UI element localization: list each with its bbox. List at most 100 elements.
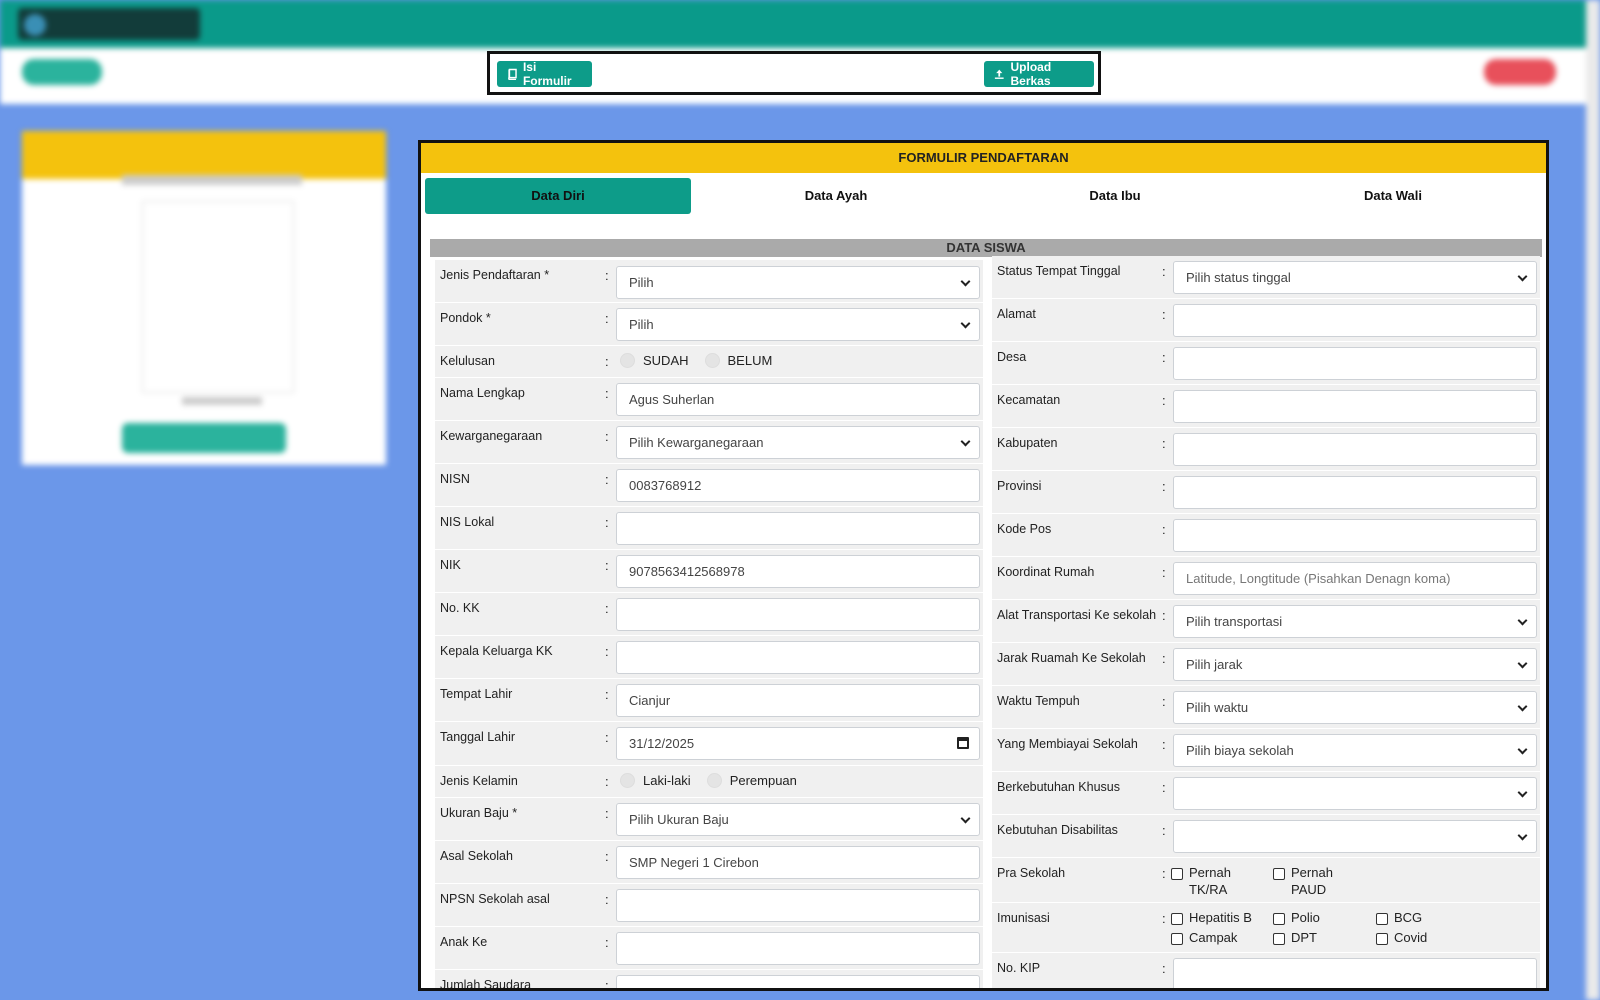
field-label: Kepala Keluarga KK: [440, 644, 553, 658]
row-npsn: NPSN Sekolah asal :: [435, 884, 983, 927]
row-desa: Desa :: [992, 342, 1540, 385]
row-nis-lokal: NIS Lokal :: [435, 507, 983, 550]
field-label: Kecamatan: [997, 393, 1061, 407]
laki-laki-radio[interactable]: [620, 773, 635, 788]
field-label: Kewarganegaraan: [440, 429, 543, 443]
jenis-pendaftaran-select[interactable]: Pilih: [616, 266, 980, 299]
form-tabs: Data Diri Data Ayah Data Ibu Data Wali: [425, 178, 1545, 216]
field-label: Alat Transportasi Ke sekolah: [997, 608, 1157, 622]
no-kk-input[interactable]: [616, 598, 980, 631]
field-label: Desa: [997, 350, 1027, 364]
field-label: Koordinat Rumah: [997, 565, 1095, 579]
asal-sekolah-input[interactable]: SMP Negeri 1 Cirebon: [616, 846, 980, 879]
upload-berkas-button[interactable]: Upload Berkas: [984, 60, 1094, 88]
desa-input[interactable]: [1173, 347, 1537, 380]
top-navbar: [0, 0, 1600, 48]
row-no-kip: No. KIP :: [992, 953, 1540, 988]
kepala-keluarga-input[interactable]: [616, 641, 980, 674]
row-anak-ke: Anak Ke :: [435, 927, 983, 970]
field-label: Kode Pos: [997, 522, 1052, 536]
jumlah-saudara-input[interactable]: [616, 975, 980, 988]
ukuran-baju-select[interactable]: Pilih Ukuran Baju: [616, 803, 980, 836]
sudah-radio[interactable]: [620, 353, 635, 368]
tempat-lahir-input[interactable]: Cianjur: [616, 684, 980, 717]
field-label: Yang Membiayai Sekolah: [997, 737, 1138, 751]
field-label: Jenis Kelamin: [440, 774, 518, 788]
upload-photo-button[interactable]: [122, 423, 286, 453]
field-label: Provinsi: [997, 479, 1042, 493]
row-kewarganegaraan: Kewarganegaraan : Pilih Kewarganegaraan: [435, 421, 983, 464]
book-icon: [508, 68, 517, 80]
field-label: Kebutuhan Disabilitas: [997, 823, 1118, 837]
row-pra-sekolah: Pra Sekolah : Pernah TK/RA Pernah PAUD: [992, 858, 1540, 903]
scrollbar[interactable]: [1586, 0, 1600, 1000]
field-label: Pra Sekolah: [997, 866, 1066, 880]
jarak-select[interactable]: Pilih jarak: [1173, 648, 1537, 681]
back-button[interactable]: [22, 59, 102, 85]
isi-formulir-button[interactable]: Isi Formulir: [497, 60, 592, 88]
pondok-select[interactable]: Pilih: [616, 308, 980, 341]
row-kepala-keluarga: Kepala Keluarga KK :: [435, 636, 983, 679]
bcg-checkbox[interactable]: [1376, 913, 1388, 925]
logo: [18, 8, 200, 40]
polio-checkbox[interactable]: [1273, 913, 1285, 925]
biaya-select[interactable]: Pilih biaya sekolah: [1173, 734, 1537, 767]
disabilitas-select[interactable]: [1173, 820, 1537, 853]
row-jenis-kelamin: Jenis Kelamin : Laki-laki Perempuan: [435, 766, 983, 798]
tab-data-ibu[interactable]: Data Ibu: [982, 178, 1248, 214]
profile-card-header: [22, 131, 386, 179]
transportasi-select[interactable]: Pilih transportasi: [1173, 605, 1537, 638]
nama-lengkap-input[interactable]: Agus Suherlan: [616, 383, 980, 416]
koordinat-input[interactable]: Latitude, Longtitude (Pisahkan Denagn ko…: [1173, 562, 1537, 595]
tab-data-ayah[interactable]: Data Ayah: [703, 178, 969, 214]
field-label: Kelulusan: [440, 354, 495, 368]
campak-checkbox[interactable]: [1171, 933, 1183, 945]
alamat-input[interactable]: [1173, 304, 1537, 337]
photo-placeholder: [142, 201, 294, 393]
anak-ke-input[interactable]: [616, 932, 980, 965]
tab-data-diri[interactable]: Data Diri: [425, 178, 691, 214]
row-nik: NIK : 9078563412568978: [435, 550, 983, 593]
kewarganegaraan-select[interactable]: Pilih Kewarganegaraan: [616, 426, 980, 459]
nik-input[interactable]: 9078563412568978: [616, 555, 980, 588]
kabupaten-input[interactable]: [1173, 433, 1537, 466]
kode-pos-input[interactable]: [1173, 519, 1537, 552]
field-label: Waktu Tempuh: [997, 694, 1080, 708]
nis-lokal-input[interactable]: [616, 512, 980, 545]
jenis-kelamin-radio-group: Laki-laki Perempuan: [620, 773, 813, 788]
provinsi-input[interactable]: [1173, 476, 1537, 509]
dpt-checkbox[interactable]: [1273, 933, 1285, 945]
row-status-tinggal: Status Tempat Tinggal : Pilih status tin…: [992, 256, 1540, 299]
field-label: Jenis Pendaftaran *: [440, 268, 550, 282]
hepatitis-b-checkbox[interactable]: [1171, 913, 1183, 925]
tanggal-lahir-date-input[interactable]: 31/12/2025: [616, 727, 980, 760]
upload-berkas-label: Upload Berkas: [1010, 60, 1052, 88]
form-panel: FORMULIR PENDAFTARAN Data Diri Data Ayah…: [418, 140, 1549, 991]
row-nama-lengkap: Nama Lengkap : Agus Suherlan: [435, 378, 983, 421]
kecamatan-input[interactable]: [1173, 390, 1537, 423]
tab-data-wali[interactable]: Data Wali: [1260, 178, 1526, 214]
row-berkebutuhan: Berkebutuhan Khusus :: [992, 772, 1540, 815]
logout-button[interactable]: [1484, 59, 1556, 85]
field-label: Anak Ke: [440, 935, 488, 949]
belum-radio[interactable]: [704, 353, 720, 368]
waktu-select[interactable]: Pilih waktu: [1173, 691, 1537, 724]
action-bar: Isi Formulir Upload Berkas: [487, 51, 1101, 95]
field-label: NISN: [440, 472, 470, 486]
field-label: No. KK: [440, 601, 480, 615]
nisn-input[interactable]: 0083768912: [616, 469, 980, 502]
row-alamat: Alamat :: [992, 299, 1540, 342]
row-pondok: Pondok * : Pilih: [435, 303, 983, 346]
berkebutuhan-select[interactable]: [1173, 777, 1537, 810]
npsn-input[interactable]: [616, 889, 980, 922]
pernah-tk-checkbox[interactable]: [1171, 868, 1183, 880]
status-tinggal-select[interactable]: Pilih status tinggal: [1173, 261, 1537, 294]
pernah-paud-checkbox[interactable]: [1273, 868, 1285, 880]
row-jarak: Jarak Ruamah Ke Sekolah : Pilih jarak: [992, 643, 1540, 686]
row-kabupaten: Kabupaten :: [992, 428, 1540, 471]
calendar-icon[interactable]: [957, 737, 969, 749]
covid-checkbox[interactable]: [1376, 933, 1388, 945]
row-waktu: Waktu Tempuh : Pilih waktu: [992, 686, 1540, 729]
perempuan-radio[interactable]: [706, 773, 722, 788]
no-kip-input[interactable]: [1173, 958, 1537, 988]
